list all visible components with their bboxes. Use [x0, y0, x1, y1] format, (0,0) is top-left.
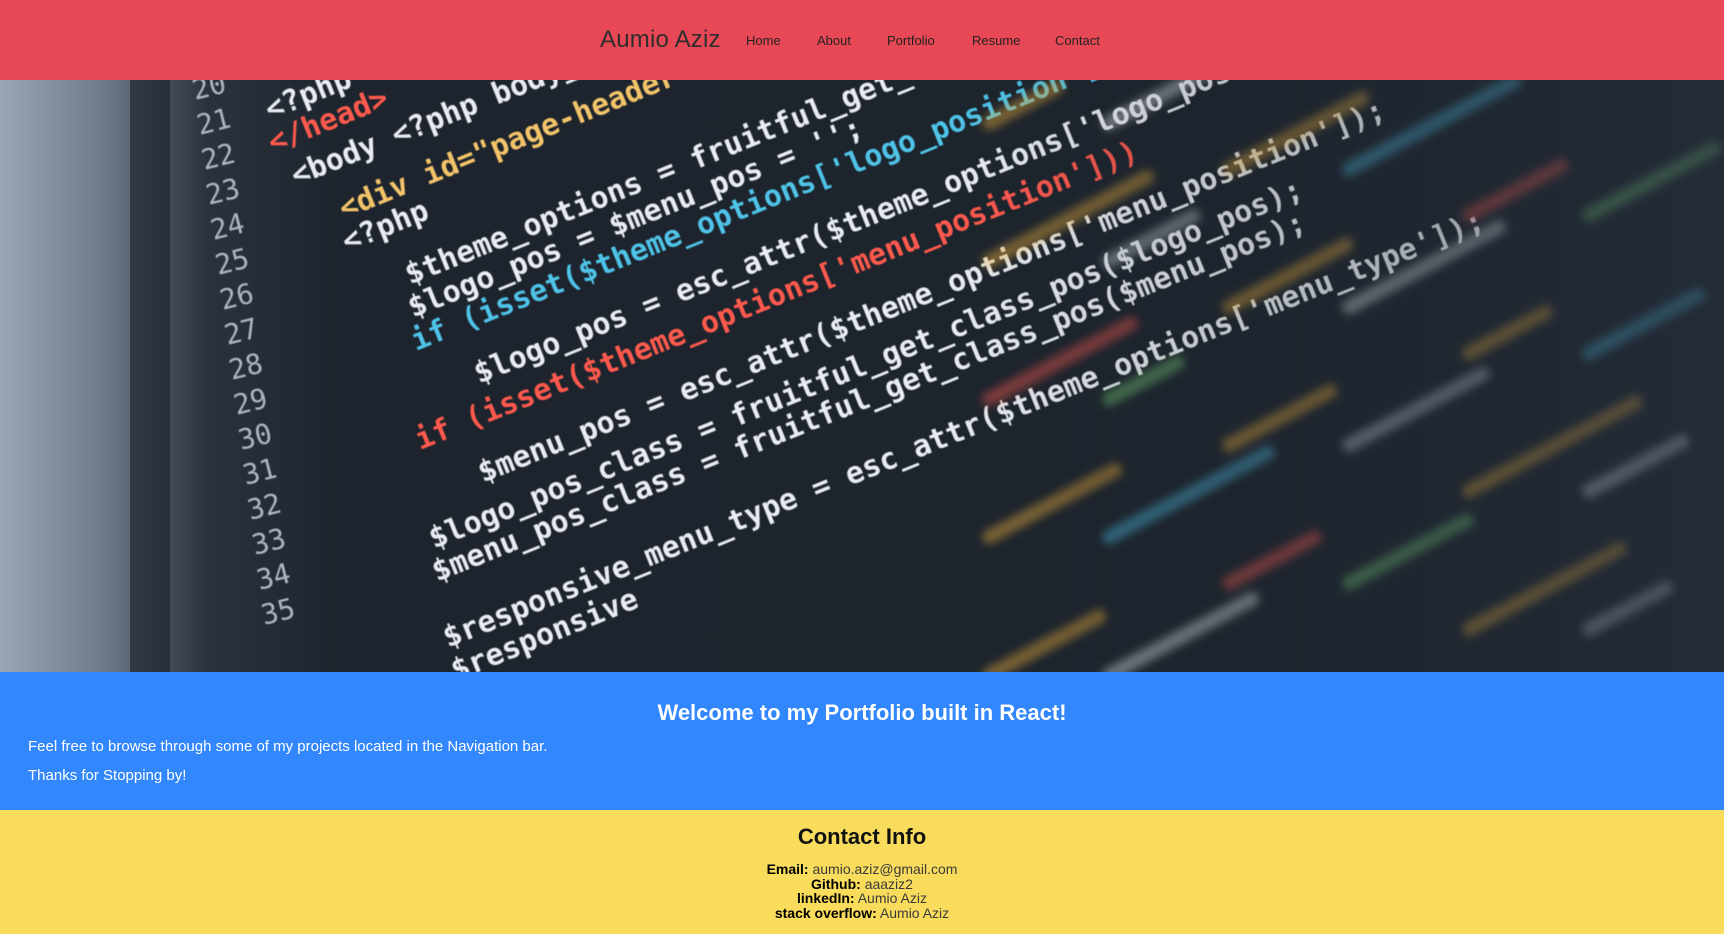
- contact-label-email: Email:: [766, 861, 809, 877]
- brand-link[interactable]: Aumio Aziz: [600, 26, 721, 54]
- welcome-text-thanks: Thanks for Stopping by!: [28, 767, 187, 784]
- contact-section: Contact Info Email: aumio.aziz@gmail.com…: [0, 810, 1724, 934]
- welcome-section: Welcome to my Portfolio built in React! …: [0, 672, 1724, 810]
- contact-title: Contact Info: [797, 824, 927, 849]
- nav-link-portfolio[interactable]: Portfolio: [887, 33, 935, 48]
- contact-row-email: Email: aumio.aziz@gmail.com: [0, 862, 1724, 877]
- hero-image: 20212223242526272829303132333435 <?php w…: [0, 80, 1724, 672]
- contact-row-linkedin: linkedIn: Aumio Aziz: [0, 891, 1724, 906]
- welcome-text-browse: Feel free to browse through some of my p…: [28, 738, 548, 755]
- contact-value-stackoverflow[interactable]: Aumio Aziz: [880, 905, 949, 921]
- welcome-title: Welcome to my Portfolio built in React!: [657, 700, 1067, 725]
- contact-label-stackoverflow: stack overflow:: [774, 904, 877, 921]
- nav-link-about[interactable]: About: [817, 33, 851, 48]
- nav-link-contact[interactable]: Contact: [1055, 33, 1100, 48]
- hero-code-picture: 20212223242526272829303132333435 <?php w…: [0, 80, 1724, 672]
- nav-link-home[interactable]: Home: [746, 33, 781, 48]
- navbar: Aumio Aziz Home About Portfolio Resume C…: [0, 0, 1724, 80]
- contact-row-github: Github: aaaziz2: [0, 876, 1724, 892]
- nav-link-resume[interactable]: Resume: [972, 33, 1020, 48]
- contact-list: Email: aumio.aziz@gmail.com Github: aaaz…: [0, 862, 1724, 920]
- contact-row-stackoverflow: stack overflow: Aumio Aziz: [0, 904, 1724, 921]
